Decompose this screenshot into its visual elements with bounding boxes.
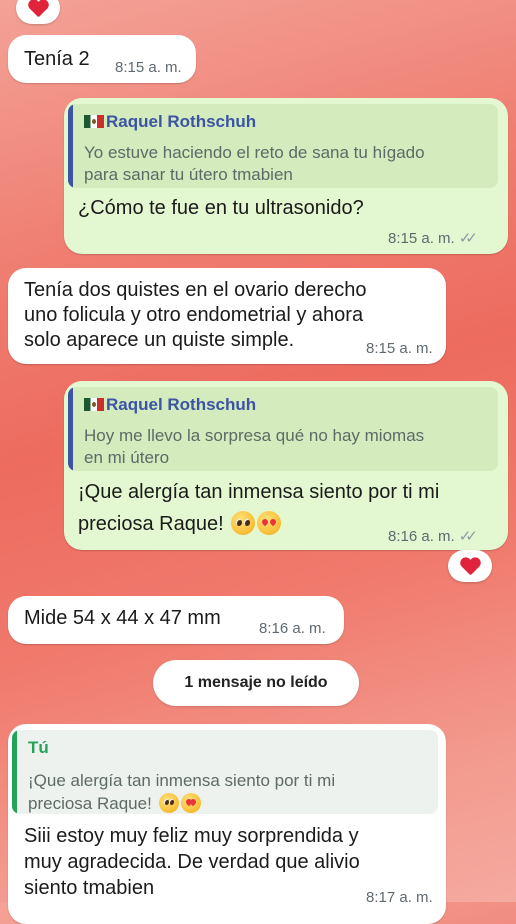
message-text: solo aparece un quiste simple. — [24, 329, 295, 351]
pleading-face-icon — [158, 793, 179, 813]
red-heart-icon — [460, 558, 480, 576]
quote-author: Tú — [28, 738, 49, 757]
quoted-message[interactable]: Tú ¡Que alergía tan inmensa siento por t… — [12, 730, 438, 814]
message-text: uno folicula y otro endometrial y ahora — [24, 304, 364, 326]
message-text: ¡Que alergía tan inmensa siento por ti m… — [78, 481, 440, 503]
outgoing-message[interactable]: Raquel Rothschuh Yo estuve haciendo el r… — [64, 98, 508, 254]
quote-bar — [68, 387, 73, 471]
message-time: 8:16 a. m. ✓✓ — [388, 528, 478, 545]
incoming-message[interactable]: Tenía dos quistes en el ovario derecho u… — [8, 268, 446, 364]
double-check-icon: ✓✓ — [458, 528, 478, 545]
message-time: 8:16 a. m. — [259, 620, 326, 637]
quoted-message[interactable]: Raquel Rothschuh Yo estuve haciendo el r… — [68, 104, 498, 188]
message-text: Mide 54 x 44 x 47 mm — [24, 607, 221, 629]
outgoing-message[interactable]: Raquel Rothschuh Hoy me llevo la sorpres… — [64, 381, 508, 550]
quote-text: en mi útero — [84, 448, 170, 467]
message-time: 8:17 a. m. — [366, 889, 433, 906]
reaction-badge[interactable] — [448, 550, 492, 582]
chat-area: Tenía 2 8:15 a. m. Raquel Rothschuh Yo e… — [0, 0, 516, 924]
smiling-face-with-hearts-icon — [257, 511, 282, 535]
message-time: 8:15 a. m. — [366, 340, 433, 357]
message-text: siento tmabien — [24, 877, 155, 899]
message-time: 8:15 a. m. — [115, 59, 182, 76]
quote-bar — [12, 730, 17, 814]
quote-author: Raquel Rothschuh — [84, 112, 256, 132]
quote-text: Yo estuve haciendo el reto de sana tu hí… — [84, 143, 425, 162]
quote-bar — [68, 104, 73, 188]
reaction-badge[interactable] — [16, 0, 60, 24]
message-text: Siii estoy muy feliz muy sorprendida y — [24, 825, 359, 847]
unread-messages-divider: 1 mensaje no leído — [153, 660, 359, 706]
quote-text: Hoy me llevo la sorpresa qué no hay miom… — [84, 426, 425, 445]
incoming-message[interactable]: Mide 54 x 44 x 47 mm 8:16 a. m. — [8, 596, 344, 644]
quote-text: para sanar tu útero tmabien — [84, 165, 293, 184]
red-heart-icon — [28, 0, 48, 18]
quote-text: preciosa Raque! — [28, 793, 201, 814]
message-text: muy agradecida. De verdad que alivio — [24, 851, 360, 873]
smiling-face-with-hearts-icon — [180, 793, 201, 813]
message-text: ¿Cómo te fue en tu ultrasonido? — [78, 197, 364, 219]
message-text: preciosa Raque! — [78, 511, 282, 537]
quote-text: ¡Que alergía tan inmensa siento por ti m… — [28, 771, 336, 790]
mexico-flag-icon — [84, 115, 104, 128]
quoted-message[interactable]: Raquel Rothschuh Hoy me llevo la sorpres… — [68, 387, 498, 471]
mexico-flag-icon — [84, 398, 104, 411]
double-check-icon: ✓✓ — [458, 230, 478, 247]
quote-author: Raquel Rothschuh — [84, 395, 256, 415]
message-text: Tenía dos quistes en el ovario derecho — [24, 279, 367, 301]
pleading-face-icon — [231, 511, 256, 535]
message-time: 8:15 a. m. ✓✓ — [388, 230, 478, 247]
incoming-message[interactable]: Tú ¡Que alergía tan inmensa siento por t… — [8, 724, 446, 924]
message-text: Tenía 2 — [24, 48, 90, 70]
incoming-message[interactable]: Tenía 2 8:15 a. m. — [8, 35, 196, 83]
